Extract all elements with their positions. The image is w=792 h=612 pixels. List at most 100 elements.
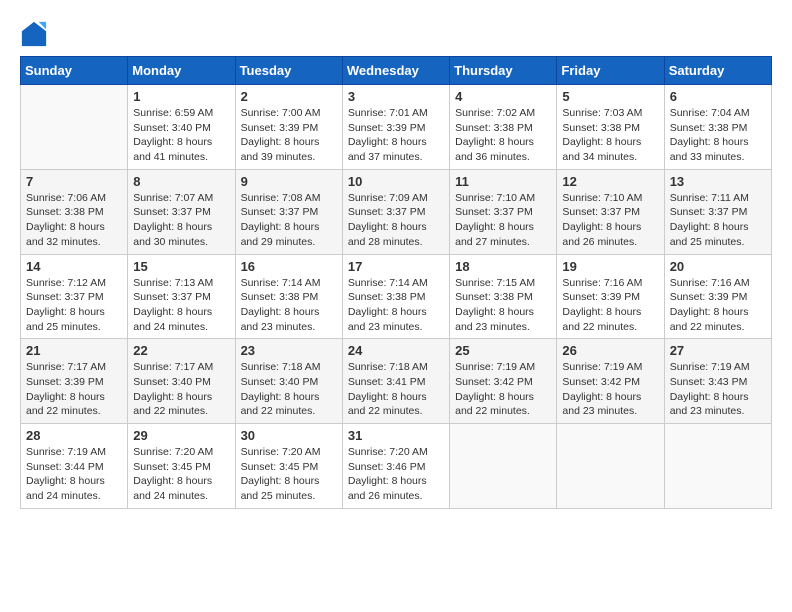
day-info: Sunrise: 7:20 AM Sunset: 3:45 PM Dayligh… xyxy=(133,445,229,504)
day-info: Sunrise: 7:09 AM Sunset: 3:37 PM Dayligh… xyxy=(348,191,444,250)
day-number: 12 xyxy=(562,174,658,189)
day-number: 22 xyxy=(133,343,229,358)
calendar-day-cell: 8 Sunrise: 7:07 AM Sunset: 3:37 PM Daylig… xyxy=(128,169,235,254)
day-info: Sunrise: 7:18 AM Sunset: 3:40 PM Dayligh… xyxy=(241,360,337,419)
calendar-day-cell: 23 Sunrise: 7:18 AM Sunset: 3:40 PM Dayli… xyxy=(235,339,342,424)
day-info: Sunrise: 7:16 AM Sunset: 3:39 PM Dayligh… xyxy=(562,276,658,335)
calendar-day-cell: 20Sunrise: 7:16 AM Sunset: 3:39 PM Dayli… xyxy=(664,254,771,339)
calendar-day-cell: 18 Sunrise: 7:15 AM Sunset: 3:38 PM Dayli… xyxy=(450,254,557,339)
weekday-header-cell: Saturday xyxy=(664,57,771,85)
day-number: 16 xyxy=(241,259,337,274)
calendar-day-cell: 1Sunrise: 6:59 AM Sunset: 3:40 PM Daylig… xyxy=(128,85,235,170)
day-number: 24 xyxy=(348,343,444,358)
day-number: 25 xyxy=(455,343,551,358)
day-info: Sunrise: 7:19 AM Sunset: 3:44 PM Dayligh… xyxy=(26,445,122,504)
day-info: Sunrise: 7:12 AM Sunset: 3:37 PM Dayligh… xyxy=(26,276,122,335)
day-number: 3 xyxy=(348,89,444,104)
calendar-week-row: 7 Sunrise: 7:06 AM Sunset: 3:38 PM Daylig… xyxy=(21,169,772,254)
day-number: 13 xyxy=(670,174,766,189)
day-number: 10 xyxy=(348,174,444,189)
day-number: 18 xyxy=(455,259,551,274)
day-info: Sunrise: 7:10 AM Sunset: 3:37 PM Dayligh… xyxy=(455,191,551,250)
day-info: Sunrise: 7:19 AM Sunset: 3:42 PM Dayligh… xyxy=(455,360,551,419)
calendar-day-cell xyxy=(557,424,664,509)
calendar-day-cell: 19 Sunrise: 7:16 AM Sunset: 3:39 PM Dayli… xyxy=(557,254,664,339)
day-info: Sunrise: 7:01 AM Sunset: 3:39 PM Dayligh… xyxy=(348,106,444,165)
logo-icon xyxy=(20,20,48,48)
calendar-week-row: 14 Sunrise: 7:12 AM Sunset: 3:37 PM Dayli… xyxy=(21,254,772,339)
calendar-day-cell xyxy=(664,424,771,509)
day-number: 6 xyxy=(670,89,766,104)
day-info: Sunrise: 7:19 AM Sunset: 3:43 PM Dayligh… xyxy=(670,360,766,419)
day-info: Sunrise: 6:59 AM Sunset: 3:40 PM Dayligh… xyxy=(133,106,229,165)
calendar-day-cell: 7 Sunrise: 7:06 AM Sunset: 3:38 PM Daylig… xyxy=(21,169,128,254)
day-info: Sunrise: 7:13 AM Sunset: 3:37 PM Dayligh… xyxy=(133,276,229,335)
calendar-day-cell xyxy=(450,424,557,509)
logo xyxy=(20,20,52,48)
day-info: Sunrise: 7:10 AM Sunset: 3:37 PM Dayligh… xyxy=(562,191,658,250)
calendar-day-cell: 6 Sunrise: 7:04 AM Sunset: 3:38 PM Daylig… xyxy=(664,85,771,170)
calendar-day-cell: 4 Sunrise: 7:02 AM Sunset: 3:38 PM Daylig… xyxy=(450,85,557,170)
day-info: Sunrise: 7:14 AM Sunset: 3:38 PM Dayligh… xyxy=(241,276,337,335)
day-number: 17 xyxy=(348,259,444,274)
calendar-day-cell: 13 Sunrise: 7:11 AM Sunset: 3:37 PM Dayli… xyxy=(664,169,771,254)
calendar-day-cell: 3 Sunrise: 7:01 AM Sunset: 3:39 PM Daylig… xyxy=(342,85,449,170)
day-number: 19 xyxy=(562,259,658,274)
page-header xyxy=(20,20,772,48)
day-info: Sunrise: 7:04 AM Sunset: 3:38 PM Dayligh… xyxy=(670,106,766,165)
calendar-day-cell: 27 Sunrise: 7:19 AM Sunset: 3:43 PM Dayli… xyxy=(664,339,771,424)
day-info: Sunrise: 7:20 AM Sunset: 3:46 PM Dayligh… xyxy=(348,445,444,504)
day-info: Sunrise: 7:20 AM Sunset: 3:45 PM Dayligh… xyxy=(241,445,337,504)
calendar-table: SundayMondayTuesdayWednesdayThursdayFrid… xyxy=(20,56,772,509)
day-number: 20 xyxy=(670,259,766,274)
calendar-day-cell: 14 Sunrise: 7:12 AM Sunset: 3:37 PM Dayli… xyxy=(21,254,128,339)
day-number: 31 xyxy=(348,428,444,443)
day-number: 5 xyxy=(562,89,658,104)
calendar-day-cell: 5 Sunrise: 7:03 AM Sunset: 3:38 PM Daylig… xyxy=(557,85,664,170)
calendar-day-cell: 29 Sunrise: 7:20 AM Sunset: 3:45 PM Dayli… xyxy=(128,424,235,509)
day-number: 28 xyxy=(26,428,122,443)
calendar-day-cell: 16 Sunrise: 7:14 AM Sunset: 3:38 PM Dayli… xyxy=(235,254,342,339)
day-number: 7 xyxy=(26,174,122,189)
day-info: Sunrise: 7:15 AM Sunset: 3:38 PM Dayligh… xyxy=(455,276,551,335)
day-number: 2 xyxy=(241,89,337,104)
day-number: 14 xyxy=(26,259,122,274)
day-number: 27 xyxy=(670,343,766,358)
calendar-week-row: 28 Sunrise: 7:19 AM Sunset: 3:44 PM Dayli… xyxy=(21,424,772,509)
day-number: 21 xyxy=(26,343,122,358)
calendar-day-cell: 24 Sunrise: 7:18 AM Sunset: 3:41 PM Dayli… xyxy=(342,339,449,424)
calendar-day-cell: 10 Sunrise: 7:09 AM Sunset: 3:37 PM Dayli… xyxy=(342,169,449,254)
day-info: Sunrise: 7:18 AM Sunset: 3:41 PM Dayligh… xyxy=(348,360,444,419)
weekday-header-row: SundayMondayTuesdayWednesdayThursdayFrid… xyxy=(21,57,772,85)
day-info: Sunrise: 7:03 AM Sunset: 3:38 PM Dayligh… xyxy=(562,106,658,165)
calendar-day-cell: 9 Sunrise: 7:08 AM Sunset: 3:37 PM Daylig… xyxy=(235,169,342,254)
day-info: Sunrise: 7:07 AM Sunset: 3:37 PM Dayligh… xyxy=(133,191,229,250)
calendar-body: 1Sunrise: 6:59 AM Sunset: 3:40 PM Daylig… xyxy=(21,85,772,509)
calendar-day-cell: 12 Sunrise: 7:10 AM Sunset: 3:37 PM Dayli… xyxy=(557,169,664,254)
day-number: 29 xyxy=(133,428,229,443)
calendar-day-cell: 22Sunrise: 7:17 AM Sunset: 3:40 PM Dayli… xyxy=(128,339,235,424)
day-number: 15 xyxy=(133,259,229,274)
day-number: 30 xyxy=(241,428,337,443)
calendar-day-cell: 2 Sunrise: 7:00 AM Sunset: 3:39 PM Daylig… xyxy=(235,85,342,170)
day-info: Sunrise: 7:08 AM Sunset: 3:37 PM Dayligh… xyxy=(241,191,337,250)
calendar-day-cell: 15 Sunrise: 7:13 AM Sunset: 3:37 PM Dayli… xyxy=(128,254,235,339)
day-number: 9 xyxy=(241,174,337,189)
day-number: 26 xyxy=(562,343,658,358)
day-info: Sunrise: 7:00 AM Sunset: 3:39 PM Dayligh… xyxy=(241,106,337,165)
day-number: 8 xyxy=(133,174,229,189)
weekday-header-cell: Friday xyxy=(557,57,664,85)
day-info: Sunrise: 7:11 AM Sunset: 3:37 PM Dayligh… xyxy=(670,191,766,250)
calendar-day-cell: 26 Sunrise: 7:19 AM Sunset: 3:42 PM Dayli… xyxy=(557,339,664,424)
calendar-day-cell: 28 Sunrise: 7:19 AM Sunset: 3:44 PM Dayli… xyxy=(21,424,128,509)
day-info: Sunrise: 7:06 AM Sunset: 3:38 PM Dayligh… xyxy=(26,191,122,250)
calendar-day-cell: 31 Sunrise: 7:20 AM Sunset: 3:46 PM Dayli… xyxy=(342,424,449,509)
day-number: 11 xyxy=(455,174,551,189)
day-info: Sunrise: 7:02 AM Sunset: 3:38 PM Dayligh… xyxy=(455,106,551,165)
day-number: 23 xyxy=(241,343,337,358)
day-info: Sunrise: 7:19 AM Sunset: 3:42 PM Dayligh… xyxy=(562,360,658,419)
day-info: Sunrise: 7:14 AM Sunset: 3:38 PM Dayligh… xyxy=(348,276,444,335)
weekday-header-cell: Monday xyxy=(128,57,235,85)
day-number: 4 xyxy=(455,89,551,104)
calendar-day-cell: 11 Sunrise: 7:10 AM Sunset: 3:37 PM Dayli… xyxy=(450,169,557,254)
